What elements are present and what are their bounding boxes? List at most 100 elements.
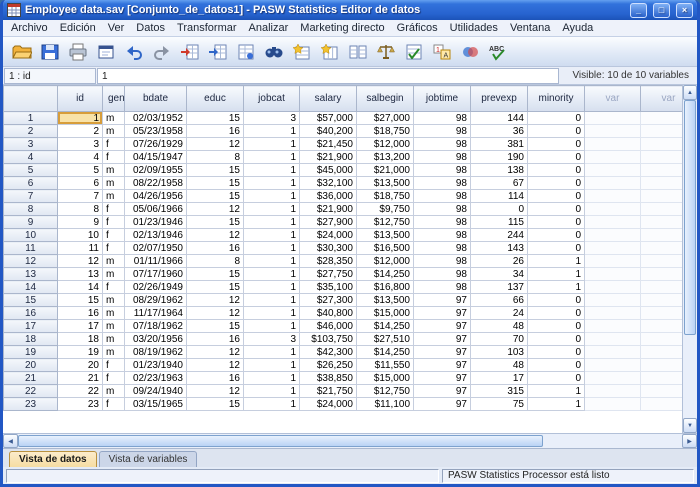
menu-datos[interactable]: Datos: [130, 21, 171, 35]
cell[interactable]: 97: [414, 398, 471, 411]
minimize-button[interactable]: _: [630, 3, 647, 18]
cell[interactable]: 15: [187, 164, 244, 177]
row-number[interactable]: 19: [4, 346, 58, 359]
cell-var[interactable]: [585, 307, 641, 320]
horizontal-scrollbar[interactable]: ◀ ▶: [3, 433, 697, 448]
cell[interactable]: 12: [187, 307, 244, 320]
cell-var[interactable]: [641, 216, 683, 229]
cell[interactable]: 15: [187, 190, 244, 203]
cell[interactable]: 97: [414, 307, 471, 320]
cell[interactable]: 24: [471, 307, 528, 320]
open-data-icon[interactable]: [9, 40, 34, 64]
cell[interactable]: 02/26/1949: [125, 281, 187, 294]
cell[interactable]: 22: [58, 385, 103, 398]
cell[interactable]: 190: [471, 151, 528, 164]
menu-edicion[interactable]: Edición: [54, 21, 102, 35]
cell-var[interactable]: [585, 151, 641, 164]
cell[interactable]: 98: [414, 242, 471, 255]
print-icon[interactable]: [65, 40, 90, 64]
row-number[interactable]: 17: [4, 320, 58, 333]
maximize-button[interactable]: □: [653, 3, 670, 18]
spell-check-icon[interactable]: ABC: [485, 40, 510, 64]
select-cases-icon[interactable]: [401, 40, 426, 64]
undo-icon[interactable]: [121, 40, 146, 64]
cell[interactable]: 75: [471, 398, 528, 411]
cell[interactable]: $36,000: [300, 190, 357, 203]
cell[interactable]: $11,550: [357, 359, 414, 372]
insert-variable-icon[interactable]: [317, 40, 342, 64]
cell[interactable]: 16: [58, 307, 103, 320]
col-header-var-2[interactable]: var: [641, 86, 683, 112]
cell[interactable]: 8: [187, 151, 244, 164]
cell[interactable]: 15: [187, 216, 244, 229]
cell[interactable]: 03/20/1956: [125, 333, 187, 346]
cell[interactable]: $24,000: [300, 398, 357, 411]
weight-cases-icon[interactable]: [373, 40, 398, 64]
cell[interactable]: 23: [58, 398, 103, 411]
cell[interactable]: 98: [414, 229, 471, 242]
cell[interactable]: 98: [414, 281, 471, 294]
cell[interactable]: $27,750: [300, 268, 357, 281]
cell[interactable]: 98: [414, 177, 471, 190]
cell[interactable]: $16,500: [357, 242, 414, 255]
cell[interactable]: 8: [187, 255, 244, 268]
cell[interactable]: 98: [414, 190, 471, 203]
cell[interactable]: 05/23/1958: [125, 125, 187, 138]
cell[interactable]: 98: [414, 125, 471, 138]
cell[interactable]: $15,000: [357, 372, 414, 385]
cell[interactable]: 1: [528, 268, 585, 281]
cell[interactable]: 12: [187, 203, 244, 216]
cell[interactable]: $27,000: [357, 112, 414, 125]
cell-var[interactable]: [641, 177, 683, 190]
cell[interactable]: m: [103, 125, 125, 138]
cell[interactable]: 16: [187, 372, 244, 385]
cell[interactable]: 0: [528, 112, 585, 125]
cell[interactable]: 1: [528, 398, 585, 411]
cell[interactable]: 02/13/1946: [125, 229, 187, 242]
redo-icon[interactable]: [149, 40, 174, 64]
cell[interactable]: $13,500: [357, 229, 414, 242]
cell[interactable]: 15: [187, 177, 244, 190]
cell[interactable]: 103: [471, 346, 528, 359]
cell[interactable]: 02/03/1952: [125, 112, 187, 125]
cell[interactable]: $21,900: [300, 203, 357, 216]
cell[interactable]: 97: [414, 359, 471, 372]
cell[interactable]: $35,100: [300, 281, 357, 294]
cell-var[interactable]: [585, 294, 641, 307]
cell[interactable]: $13,500: [357, 294, 414, 307]
menu-marketing-directo[interactable]: Marketing directo: [294, 21, 390, 35]
cell[interactable]: 48: [471, 320, 528, 333]
title-bar[interactable]: Employee data.sav [Conjunto_de_datos1] -…: [3, 0, 697, 20]
cell[interactable]: 14: [58, 281, 103, 294]
cell[interactable]: $16,800: [357, 281, 414, 294]
vertical-scroll-thumb[interactable]: [684, 100, 696, 335]
cell[interactable]: 0: [528, 346, 585, 359]
menu-utilidades[interactable]: Utilidades: [444, 21, 504, 35]
row-number[interactable]: 9: [4, 216, 58, 229]
use-variable-sets-icon[interactable]: [457, 40, 482, 64]
cell[interactable]: $27,510: [357, 333, 414, 346]
row-number[interactable]: 20: [4, 359, 58, 372]
cell[interactable]: $24,000: [300, 229, 357, 242]
cell-var[interactable]: [641, 164, 683, 177]
cell-var[interactable]: [641, 125, 683, 138]
cell[interactable]: 0: [528, 164, 585, 177]
cell-var[interactable]: [585, 164, 641, 177]
menu-archivo[interactable]: Archivo: [5, 21, 54, 35]
cell[interactable]: $14,250: [357, 346, 414, 359]
cell[interactable]: f: [103, 138, 125, 151]
col-header-educ[interactable]: educ: [187, 86, 244, 112]
find-icon[interactable]: [261, 40, 286, 64]
cell[interactable]: 66: [471, 294, 528, 307]
cell[interactable]: $103,750: [300, 333, 357, 346]
cell[interactable]: 15: [187, 320, 244, 333]
cell[interactable]: 1: [528, 281, 585, 294]
cell[interactable]: 18: [58, 333, 103, 346]
cell[interactable]: $12,000: [357, 138, 414, 151]
cell[interactable]: 4: [58, 151, 103, 164]
cell-var[interactable]: [585, 216, 641, 229]
cell[interactable]: f: [103, 203, 125, 216]
scroll-down-icon[interactable]: ▼: [683, 418, 697, 433]
cell-var[interactable]: [585, 112, 641, 125]
cell[interactable]: 07/17/1960: [125, 268, 187, 281]
